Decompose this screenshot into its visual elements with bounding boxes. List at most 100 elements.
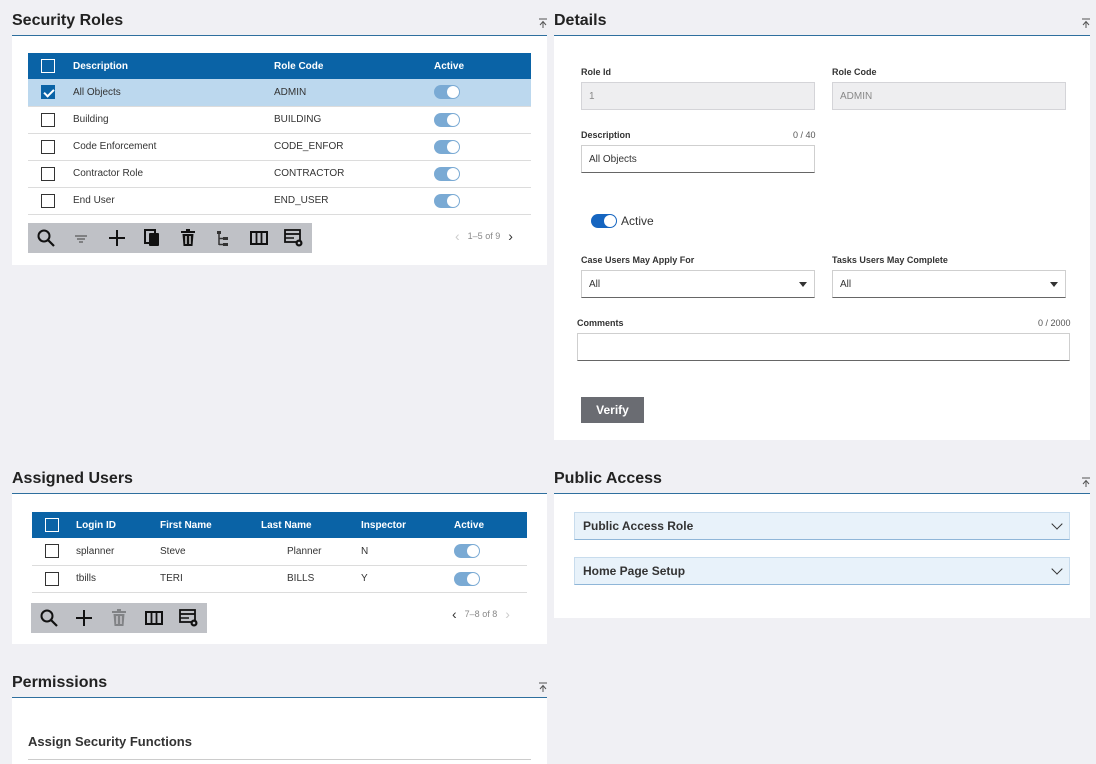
permissions-divider bbox=[28, 759, 531, 760]
permissions-title: Permissions bbox=[12, 674, 108, 691]
pager-text: 7–8 of 8 bbox=[464, 609, 498, 619]
collapse-permissions-icon[interactable] bbox=[538, 682, 548, 692]
security-roles-table: Description Role Code Active All Objects… bbox=[28, 53, 531, 215]
role-description: Contractor Role bbox=[73, 168, 144, 179]
row-checkbox[interactable] bbox=[41, 166, 55, 181]
col-first-name[interactable]: First Name bbox=[160, 512, 261, 538]
col-login-id[interactable]: Login ID bbox=[76, 512, 160, 538]
collapse-public-access-icon[interactable] bbox=[1081, 477, 1091, 487]
security-roles-card: Description Role Code Active All Objects… bbox=[12, 36, 547, 265]
table-settings-button[interactable] bbox=[277, 223, 313, 253]
search-button[interactable] bbox=[31, 603, 66, 633]
next-page-icon[interactable]: › bbox=[508, 229, 513, 243]
comments-input[interactable] bbox=[577, 333, 1070, 361]
columns-button[interactable] bbox=[241, 223, 277, 253]
active-toggle[interactable] bbox=[434, 193, 460, 208]
accordion-label: Public Access Role bbox=[583, 519, 694, 533]
role-code-field: ADMIN bbox=[832, 82, 1066, 110]
active-toggle[interactable] bbox=[434, 166, 460, 181]
chevron-down-icon bbox=[799, 281, 807, 287]
table-header-row: Login ID First Name Last Name Inspector … bbox=[32, 512, 527, 538]
table-row[interactable]: splanner Steve Planner N bbox=[32, 538, 527, 565]
active-label: Active bbox=[621, 214, 654, 228]
inspector: Y bbox=[361, 573, 368, 584]
description-counter: 0 / 40 bbox=[793, 130, 816, 140]
details-card: Role Id 1 Role Code ADMIN Description 0 … bbox=[554, 36, 1090, 440]
tasks-users-select[interactable]: All bbox=[832, 270, 1066, 298]
copy-icon bbox=[144, 229, 160, 246]
assigned-users-title: Assigned Users bbox=[12, 470, 133, 487]
add-user-button[interactable] bbox=[66, 603, 101, 633]
collapse-details-icon[interactable] bbox=[1081, 18, 1091, 28]
columns-button[interactable] bbox=[137, 603, 172, 633]
copy-button[interactable] bbox=[135, 223, 171, 253]
delete-user-button[interactable] bbox=[101, 603, 136, 633]
table-settings-button[interactable] bbox=[172, 603, 207, 633]
public-access-role-accordion[interactable]: Public Access Role bbox=[574, 512, 1070, 540]
active-toggle[interactable] bbox=[591, 214, 617, 228]
security-roles-title: Security Roles bbox=[12, 12, 124, 29]
public-access-card: Public Access Role Home Page Setup bbox=[554, 494, 1090, 618]
col-active[interactable]: Active bbox=[454, 512, 527, 538]
col-role-code[interactable]: Role Code bbox=[274, 53, 434, 79]
pager-text: 1–5 of 9 bbox=[467, 231, 501, 241]
row-checkbox[interactable] bbox=[41, 193, 55, 208]
row-checkbox[interactable] bbox=[41, 85, 55, 100]
case-users-select[interactable]: All bbox=[581, 270, 815, 298]
select-all-checkbox[interactable] bbox=[41, 59, 55, 73]
hierarchy-button[interactable] bbox=[206, 223, 242, 253]
table-row[interactable]: tbills TERI BILLS Y bbox=[32, 565, 527, 592]
description-input[interactable]: All Objects bbox=[581, 145, 815, 173]
table-row[interactable]: Contractor Role CONTRACTOR bbox=[28, 160, 531, 187]
home-page-setup-accordion[interactable]: Home Page Setup bbox=[574, 557, 1070, 585]
search-button[interactable] bbox=[28, 223, 64, 253]
table-row[interactable]: End User END_USER bbox=[28, 187, 531, 214]
chevron-down-icon bbox=[1051, 563, 1063, 575]
table-row[interactable]: Code Enforcement CODE_ENFOR bbox=[28, 133, 531, 160]
columns-icon bbox=[249, 231, 268, 245]
row-checkbox[interactable] bbox=[41, 112, 55, 127]
comments-label: Comments bbox=[577, 318, 624, 328]
assigned-users-table: Login ID First Name Last Name Inspector … bbox=[32, 512, 527, 593]
prev-page-icon[interactable]: ‹ bbox=[455, 229, 460, 243]
select-all-checkbox[interactable] bbox=[45, 518, 59, 532]
active-toggle[interactable] bbox=[434, 139, 460, 154]
role-code: BUILDING bbox=[274, 114, 322, 125]
delete-button[interactable] bbox=[170, 223, 206, 253]
table-settings-icon bbox=[179, 609, 198, 627]
first-name: TERI bbox=[160, 573, 183, 584]
role-code: ADMIN bbox=[274, 86, 307, 98]
next-page-icon[interactable]: › bbox=[505, 607, 510, 621]
col-description[interactable]: Description bbox=[73, 53, 274, 79]
role-id-label: Role Id bbox=[581, 67, 612, 77]
col-inspector[interactable]: Inspector bbox=[361, 512, 454, 538]
filter-button[interactable] bbox=[64, 223, 100, 253]
last-name: BILLS bbox=[287, 573, 315, 584]
table-row[interactable]: Building BUILDING bbox=[28, 106, 531, 133]
trash-icon bbox=[112, 609, 126, 626]
collapse-security-roles-icon[interactable] bbox=[538, 18, 548, 28]
chevron-down-icon bbox=[1051, 518, 1063, 530]
prev-page-icon[interactable]: ‹ bbox=[452, 607, 457, 621]
case-users-label: Case Users May Apply For bbox=[581, 255, 695, 265]
active-toggle-group: Active bbox=[591, 214, 654, 228]
verify-button[interactable]: Verify bbox=[581, 397, 644, 423]
security-roles-toolbar bbox=[28, 223, 312, 253]
assign-security-functions-heading: Assign Security Functions bbox=[28, 734, 192, 749]
row-checkbox[interactable] bbox=[41, 139, 55, 154]
search-icon bbox=[37, 229, 55, 247]
table-settings-icon bbox=[284, 229, 303, 247]
active-toggle[interactable] bbox=[454, 544, 480, 559]
table-row[interactable]: All Objects ADMIN bbox=[28, 79, 531, 106]
active-toggle[interactable] bbox=[454, 571, 480, 586]
active-toggle[interactable] bbox=[434, 112, 460, 127]
row-checkbox[interactable] bbox=[45, 544, 59, 559]
active-toggle[interactable] bbox=[434, 85, 460, 100]
col-last-name[interactable]: Last Name bbox=[261, 512, 361, 538]
trash-icon bbox=[180, 229, 195, 246]
plus-icon bbox=[108, 230, 125, 246]
add-button[interactable] bbox=[99, 223, 135, 253]
role-code: CONTRACTOR bbox=[274, 168, 345, 179]
row-checkbox[interactable] bbox=[45, 571, 59, 586]
col-active[interactable]: Active bbox=[434, 53, 531, 79]
